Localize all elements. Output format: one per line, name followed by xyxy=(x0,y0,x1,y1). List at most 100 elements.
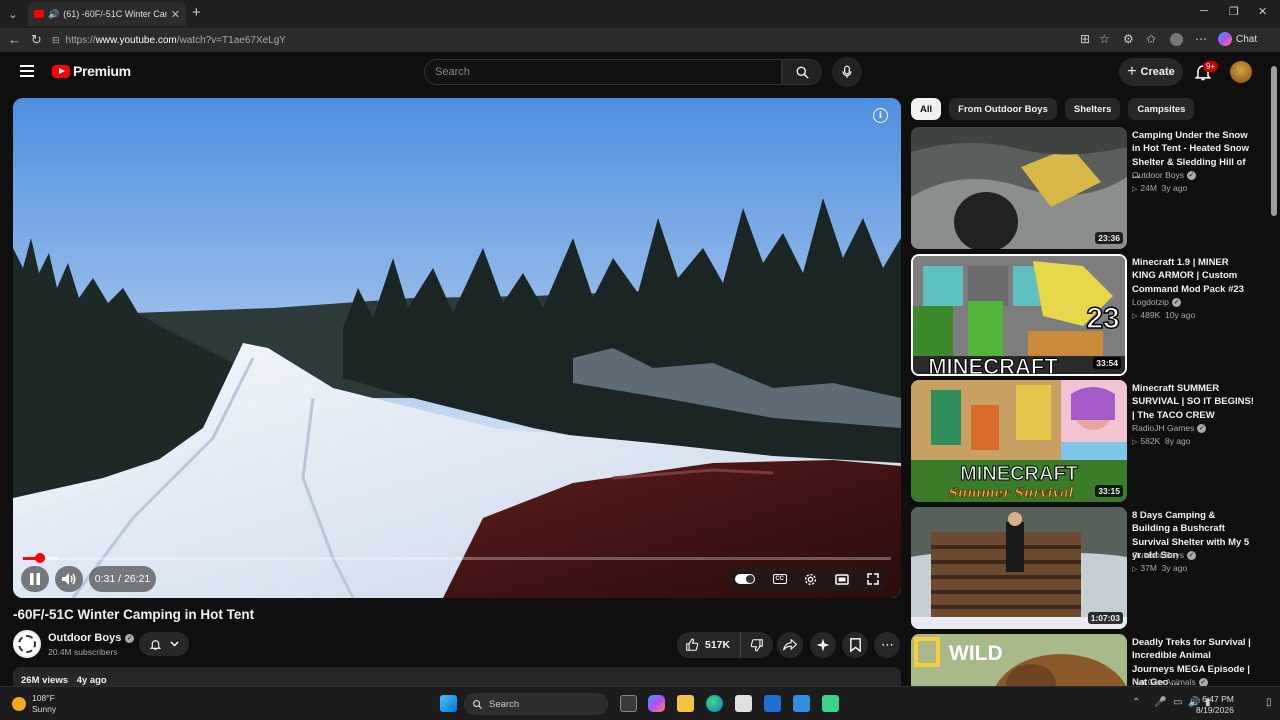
copilot-icon[interactable] xyxy=(648,695,665,712)
mute-button[interactable] xyxy=(55,566,83,592)
clock-time: 6:47 PM xyxy=(1202,694,1234,704)
account-avatar[interactable] xyxy=(1230,61,1252,83)
subscription-notification-button[interactable] xyxy=(139,632,189,656)
progress-scrubber-handle[interactable] xyxy=(35,553,45,563)
show-hidden-icons-icon[interactable]: ⌃ xyxy=(1132,697,1140,708)
recommended-channel[interactable]: Logdotzip ✓ xyxy=(1132,297,1181,307)
restore-icon[interactable]: ❐ xyxy=(1229,5,1239,18)
window-close-icon[interactable]: ✕ xyxy=(1258,5,1267,18)
app-icon[interactable] xyxy=(822,695,839,712)
search-icon xyxy=(796,66,809,79)
save-button[interactable] xyxy=(842,632,868,658)
video-thumbnail[interactable]: 23 MINECRAFT 33:54 xyxy=(911,254,1127,376)
new-tab-icon[interactable]: + xyxy=(192,4,201,21)
youtube-premium-logo[interactable]: Premium xyxy=(52,63,131,79)
refresh-icon[interactable]: ↻ xyxy=(31,32,42,48)
thumbnail-image: MINECRAFT Summer Survival xyxy=(911,380,1127,502)
search-button[interactable] xyxy=(782,59,822,85)
settings-gear-icon[interactable] xyxy=(804,573,817,586)
pause-button[interactable] xyxy=(21,566,49,592)
windows-start-icon[interactable] xyxy=(440,695,457,712)
favorite-star-icon[interactable]: ☆ xyxy=(1099,32,1110,46)
autoplay-toggle[interactable] xyxy=(734,574,755,584)
extensions-icon[interactable]: ⚙ xyxy=(1123,32,1134,46)
chip-all[interactable]: All xyxy=(911,98,942,120)
chip-campsites[interactable]: Campsites xyxy=(1128,98,1195,120)
verified-check-icon: ✓ xyxy=(1197,423,1207,433)
edge-browser-icon[interactable] xyxy=(706,695,723,712)
recommended-video-title[interactable]: Minecraft 1.9 | MINER KING ARMOR | Custo… xyxy=(1132,256,1254,296)
copilot-chat-button[interactable]: Chat xyxy=(1218,32,1257,46)
theater-mode-icon[interactable] xyxy=(835,573,850,585)
network-icon[interactable]: ▭ xyxy=(1173,697,1182,708)
share-icon xyxy=(783,639,797,651)
video-player[interactable]: i 0:31 / 26:21 CC xyxy=(13,98,901,598)
video-thumbnail[interactable]: WILD xyxy=(911,634,1127,686)
profile-icon[interactable] xyxy=(1170,33,1183,46)
scrollbar-thumb[interactable] xyxy=(1271,66,1277,216)
file-explorer-icon[interactable] xyxy=(677,695,694,712)
create-button[interactable]: + Create xyxy=(1119,58,1183,86)
like-button[interactable]: 517K xyxy=(677,632,741,658)
back-icon[interactable]: ← xyxy=(8,32,21,47)
more-options-icon[interactable]: ⋯ xyxy=(1195,32,1207,46)
views: 582K xyxy=(1140,436,1161,446)
browser-tab[interactable]: 🔊 (61) -60F/-51C Winter Camping in Hot T… xyxy=(28,2,186,26)
recommended-video[interactable]: 1:07:03 8 Days Camping & Building a Bush… xyxy=(911,507,1266,629)
tab-close-icon[interactable]: ✕ xyxy=(171,8,180,21)
chip-shelters[interactable]: Shelters xyxy=(1064,98,1121,120)
task-view-icon[interactable] xyxy=(620,695,637,712)
tab-list-icon[interactable]: ⌄ xyxy=(4,5,22,23)
site-info-icon[interactable]: ⊟ xyxy=(52,35,60,46)
video-duration: 23:36 xyxy=(1095,232,1123,244)
url-field[interactable]: ⊟ https://www.youtube.com/watch?v=T1ae67… xyxy=(52,31,1072,49)
copilot-icon xyxy=(1218,32,1232,46)
video-thumbnail[interactable]: 23:36 xyxy=(911,127,1127,249)
channel-name: RadioJH Games xyxy=(1132,423,1195,433)
recommended-video[interactable]: 23 MINECRAFT 33:54 Minecraft 1.9 | MINER… xyxy=(911,254,1266,376)
video-thumbnail[interactable]: 1:07:03 xyxy=(911,507,1127,629)
recommended-meta: ▷ 24M 3y ago xyxy=(1132,183,1187,193)
taskbar-search[interactable]: Search xyxy=(464,693,608,715)
weather-widget[interactable]: 108°F Sunny xyxy=(12,693,56,714)
system-clock[interactable]: 6:47 PM 8/19/2026 xyxy=(1196,694,1234,716)
recommended-video[interactable]: 23:36 Camping Under the Snow in Hot Tent… xyxy=(911,127,1266,249)
logo-text: Premium xyxy=(73,63,131,79)
recommended-video[interactable]: MINECRAFT Summer Survival 33:15 Minecraf… xyxy=(911,380,1266,502)
subscriber-count: 20.4M subscribers xyxy=(48,647,118,657)
ask-ai-button[interactable] xyxy=(810,632,836,658)
microphone-icon[interactable]: 🎤 xyxy=(1154,697,1166,708)
favorites-icon[interactable]: ✩ xyxy=(1146,32,1156,46)
clock-date: 8/19/2026 xyxy=(1196,705,1234,715)
recommended-channel[interactable]: Outdoor Boys ✓ xyxy=(1132,170,1196,180)
chip-from-outdoor-boys[interactable]: From Outdoor Boys xyxy=(949,98,1057,120)
minimize-icon[interactable]: ─ xyxy=(1200,5,1208,17)
video-progress-bar[interactable] xyxy=(23,553,891,563)
video-thumbnail[interactable]: MINECRAFT Summer Survival 33:15 xyxy=(911,380,1127,502)
sparkle-icon xyxy=(816,638,830,652)
dislike-button[interactable] xyxy=(741,632,773,658)
app-available-icon[interactable]: ⊞ xyxy=(1080,32,1090,46)
microsoft-store-icon[interactable] xyxy=(735,695,752,712)
app-icon[interactable] xyxy=(764,695,781,712)
mail-icon[interactable] xyxy=(793,695,810,712)
recommended-channel[interactable]: Nat Geo Animals ✓ xyxy=(1132,677,1208,686)
fullscreen-icon[interactable] xyxy=(867,573,879,585)
channel-avatar[interactable] xyxy=(13,630,41,658)
more-actions-button[interactable]: ⋯ xyxy=(874,632,900,658)
notification-center-icon[interactable]: ▯ xyxy=(1266,697,1272,708)
search-input[interactable] xyxy=(424,59,782,85)
browser-tab-bar: ⌄ 🔊 (61) -60F/-51C Winter Camping in Hot… xyxy=(0,0,1280,28)
recommended-video-title[interactable]: Minecraft SUMMER SURVIVAL | SO IT BEGINS… xyxy=(1132,382,1254,422)
voice-search-button[interactable] xyxy=(832,57,862,87)
recommended-channel[interactable]: Outdoor Boys ✓ xyxy=(1132,550,1196,560)
page-scrollbar[interactable] xyxy=(1268,52,1280,686)
recommended-video[interactable]: WILD Deadly Treks for Survival | Incredi… xyxy=(911,634,1266,686)
captions-icon[interactable]: CC xyxy=(772,574,787,584)
speaker-icon[interactable]: 🔊 xyxy=(48,9,59,20)
hamburger-menu-icon[interactable] xyxy=(20,65,34,77)
recommended-channel[interactable]: RadioJH Games ✓ xyxy=(1132,423,1207,433)
channel-name-link[interactable]: Outdoor Boys ✓ xyxy=(48,632,135,644)
share-button[interactable] xyxy=(777,632,803,658)
video-info-icon[interactable]: i xyxy=(873,108,888,123)
